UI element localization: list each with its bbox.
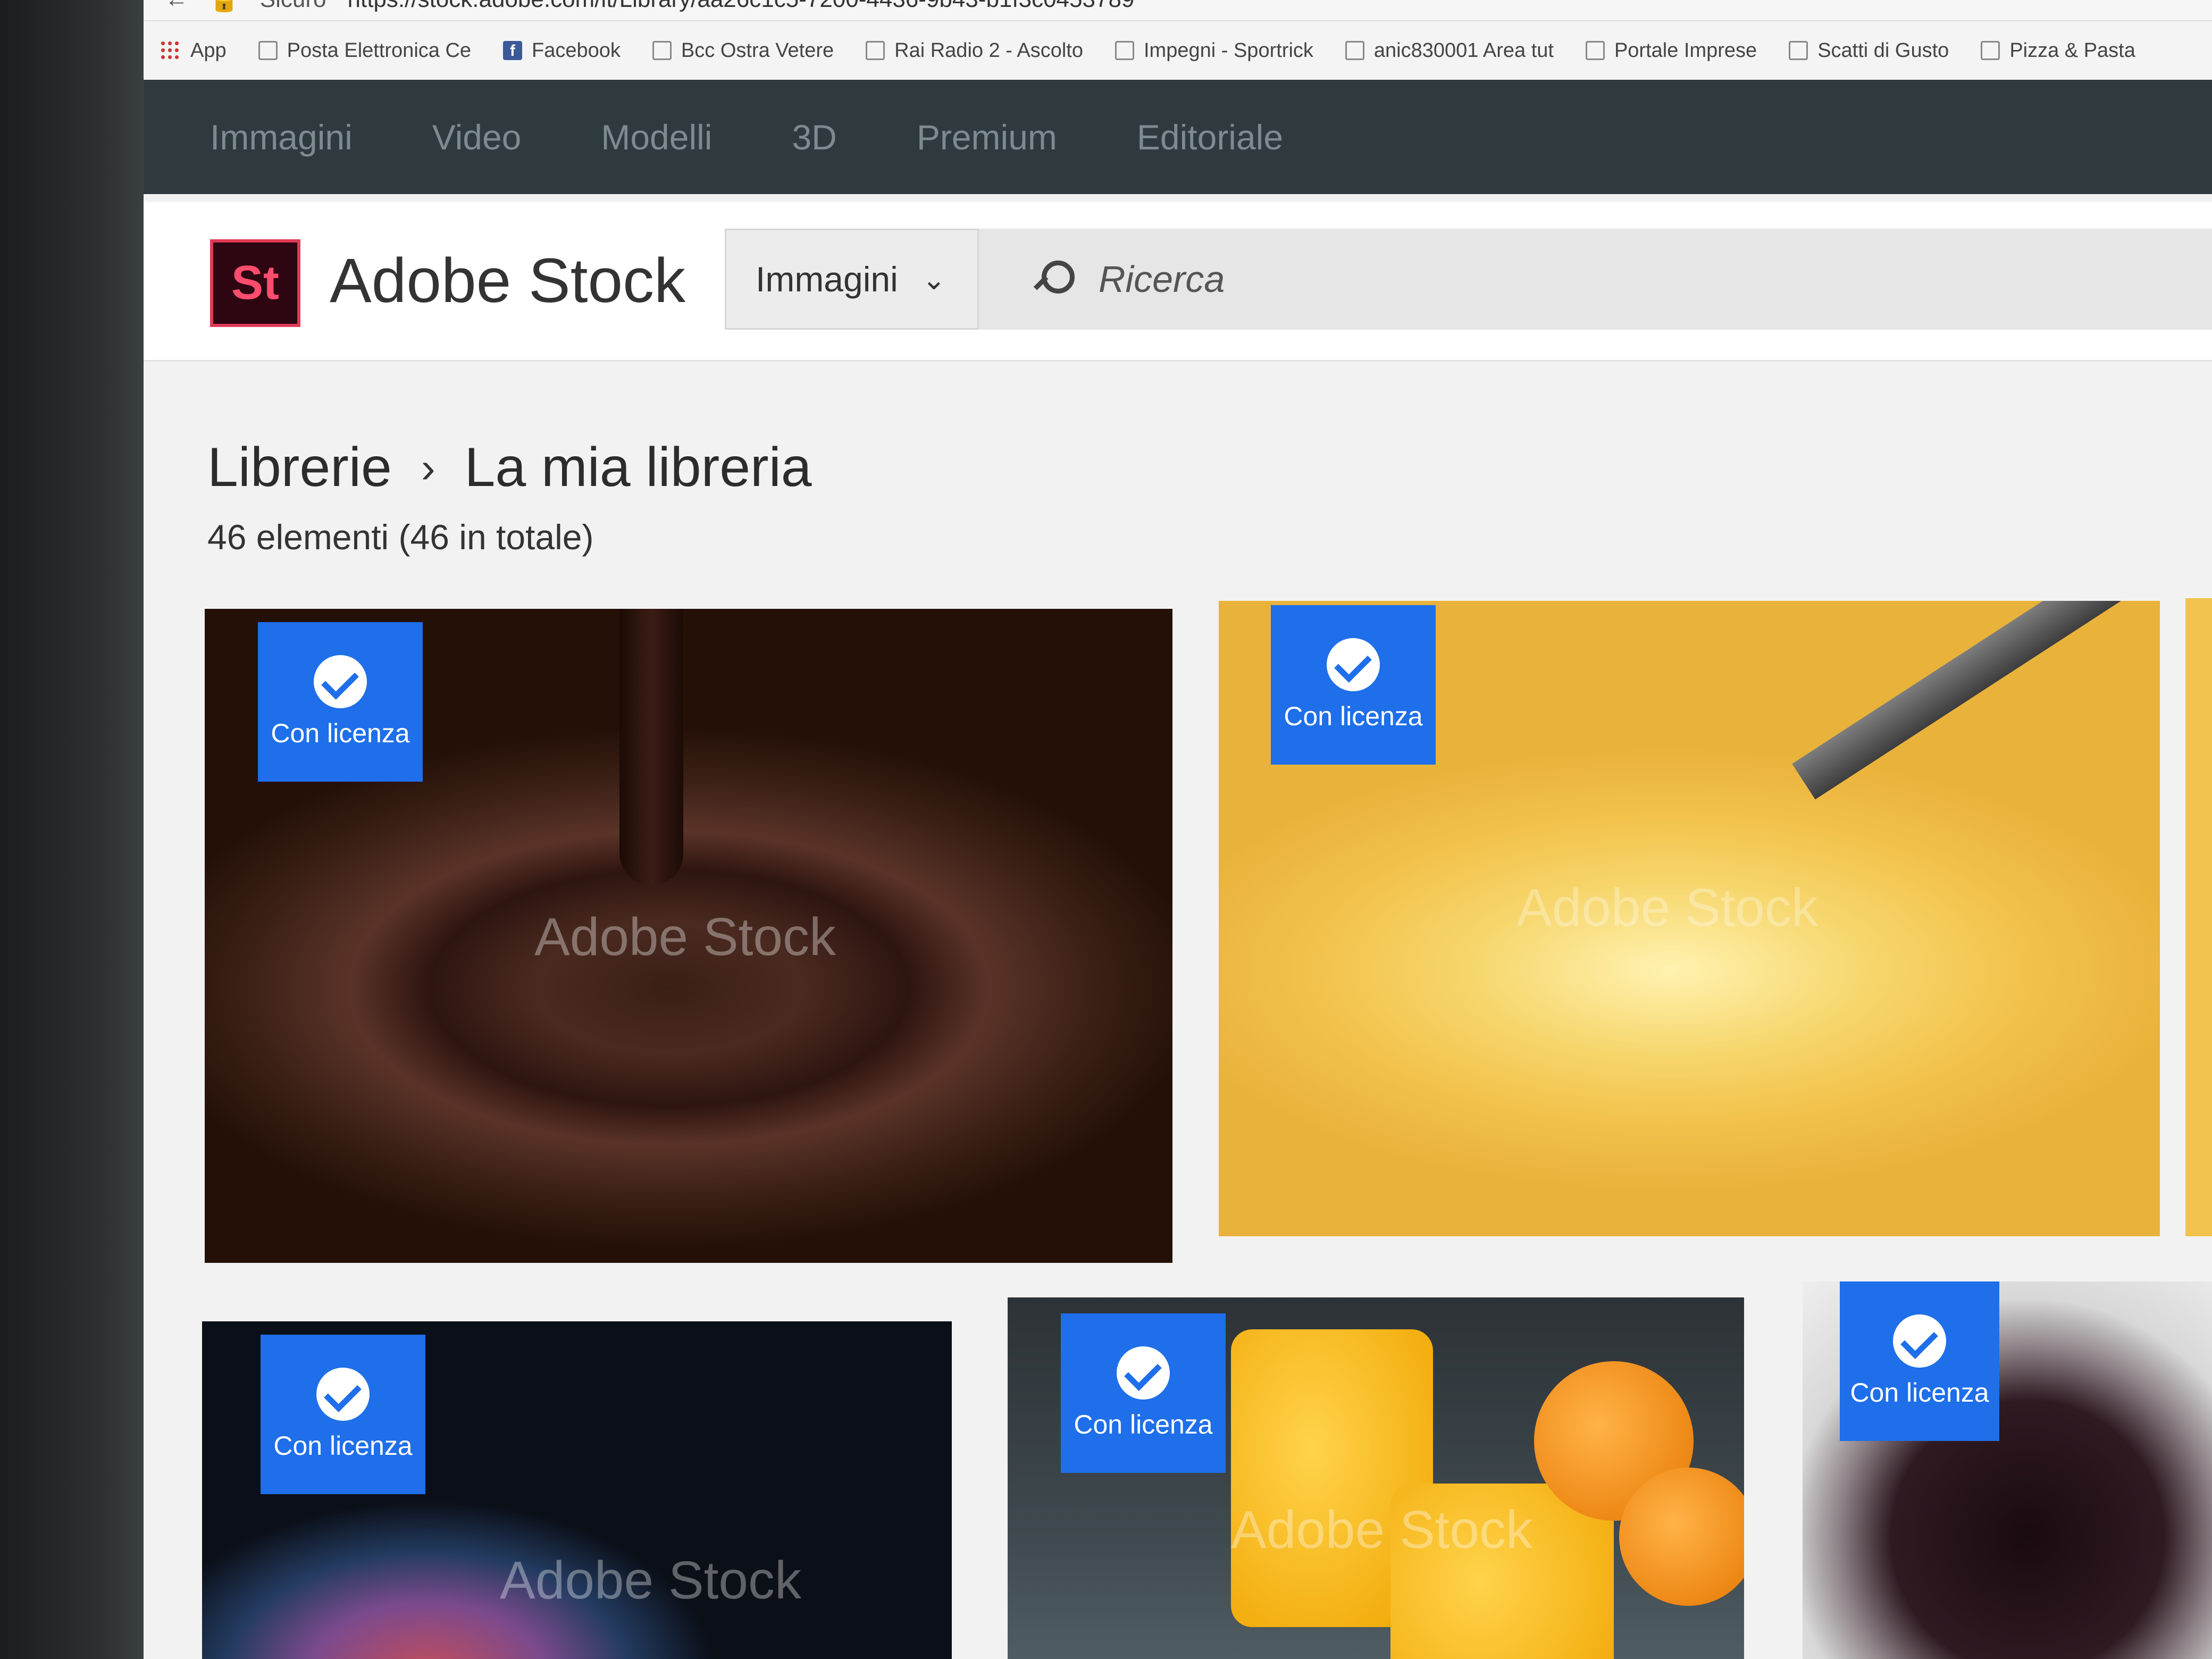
site-header: St Adobe Stock Immagini ⌄	[144, 202, 2212, 362]
chevron-down-icon: ⌄	[921, 263, 946, 296]
breadcrumb: Librerie › La mia libreria	[207, 436, 812, 499]
bookmark-item[interactable]: f Facebook	[503, 39, 621, 62]
nav-3d[interactable]: 3D	[792, 117, 836, 157]
search-bar	[979, 229, 2212, 330]
check-circle-icon	[1893, 1314, 1946, 1368]
category-dropdown[interactable]: Immagini ⌄	[725, 229, 979, 330]
facebook-icon: f	[503, 41, 523, 60]
library-item-orange-jam[interactable]: Adobe Stock Con licenza	[1008, 1297, 1744, 1659]
brand-name[interactable]: Adobe Stock	[330, 245, 685, 317]
address-bar[interactable]: ← 🔒 Sicuro https://stock.adobe.com/it/Li…	[144, 0, 2212, 21]
search-icon[interactable]	[1032, 261, 1075, 298]
bookmark-item[interactable]: Posta Elettronica Ce	[258, 39, 471, 62]
licensed-badge: Con licenza	[1840, 1281, 1999, 1441]
apps-grid-icon	[160, 40, 181, 61]
monitor-bezel	[0, 0, 144, 1659]
watermark: Adobe Stock	[1516, 878, 1819, 937]
watermark: Adobe Stock	[534, 907, 836, 967]
chevron-right-icon: ›	[421, 443, 435, 491]
page-icon	[1981, 41, 2000, 60]
bookmark-item[interactable]: Impegni - Sportrick	[1115, 39, 1313, 62]
licensed-badge: Con licenza	[1271, 605, 1436, 765]
sport-icon	[1115, 41, 1134, 60]
top-navigation: Immagini Video Modelli 3D Premium Editor…	[144, 80, 2212, 194]
image-content	[1619, 1468, 1744, 1606]
licensed-badge: Con licenza	[261, 1335, 425, 1494]
page-title: La mia libreria	[464, 437, 812, 498]
bookmark-item[interactable]: Portale Imprese	[1585, 39, 1757, 62]
image-content	[1792, 601, 2127, 800]
check-circle-icon	[314, 655, 367, 708]
bookmark-item[interactable]: anic830001 Area tut	[1345, 39, 1554, 62]
breadcrumb-librerie[interactable]: Librerie	[207, 436, 392, 499]
radio-icon	[866, 41, 885, 60]
bookmark-item[interactable]: Scatti di Gusto	[1789, 39, 1949, 62]
secure-label: Sicuro	[260, 0, 326, 13]
nav-editoriale[interactable]: Editoriale	[1137, 117, 1283, 157]
bookmark-item[interactable]: Pizza & Pasta	[1981, 39, 2135, 62]
url-text[interactable]: https://stock.adobe.com/it/Library/aa26c…	[348, 0, 1135, 13]
bookmarks-bar: App Posta Elettronica Ce f Facebook Bcc O…	[144, 21, 2212, 80]
adobe-stock-logo[interactable]: St	[210, 239, 300, 327]
check-circle-icon	[316, 1368, 370, 1421]
dollar-icon	[1789, 41, 1808, 60]
nav-immagini[interactable]: Immagini	[210, 117, 353, 157]
nav-video[interactable]: Video	[432, 117, 522, 157]
lock-icon: 🔒	[210, 0, 239, 13]
library-item-butter[interactable]: Adobe Stock Con licenza	[1219, 601, 2160, 1236]
page-icon	[258, 41, 278, 60]
back-icon[interactable]: ←	[165, 0, 188, 13]
check-circle-icon	[1117, 1346, 1170, 1400]
search-input[interactable]	[1099, 258, 2056, 300]
watermark: Adobe Stock	[500, 1551, 802, 1610]
nav-premium[interactable]: Premium	[917, 117, 1057, 157]
bookmark-apps[interactable]: App	[160, 39, 227, 62]
nav-modelli[interactable]: Modelli	[601, 117, 712, 157]
watermark: Adobe Stock	[1231, 1500, 1533, 1560]
library-item-partial[interactable]	[2185, 598, 2212, 1236]
page-icon	[652, 41, 672, 60]
item-count: 46 elementi (46 in totale)	[207, 517, 594, 557]
bookmark-item[interactable]: Bcc Ostra Vetere	[652, 39, 834, 62]
image-content	[619, 609, 683, 885]
cloud-icon	[1345, 41, 1364, 60]
category-selected: Immagini	[756, 259, 898, 299]
library-item-berry-jar[interactable]: Adobe Stock Con licenza	[202, 1321, 952, 1659]
flag-icon	[1585, 41, 1605, 60]
browser-viewport: ← 🔒 Sicuro https://stock.adobe.com/it/Li…	[144, 0, 2212, 1659]
bookmark-item[interactable]: Rai Radio 2 - Ascolto	[866, 39, 1083, 62]
licensed-badge: Con licenza	[258, 622, 423, 782]
library-item-dark-jar[interactable]: Con licenza	[1803, 1281, 2212, 1659]
library-item-chocolate[interactable]: Adobe Stock Con licenza	[205, 609, 1172, 1263]
check-circle-icon	[1327, 638, 1380, 691]
licensed-badge: Con licenza	[1061, 1313, 1226, 1473]
